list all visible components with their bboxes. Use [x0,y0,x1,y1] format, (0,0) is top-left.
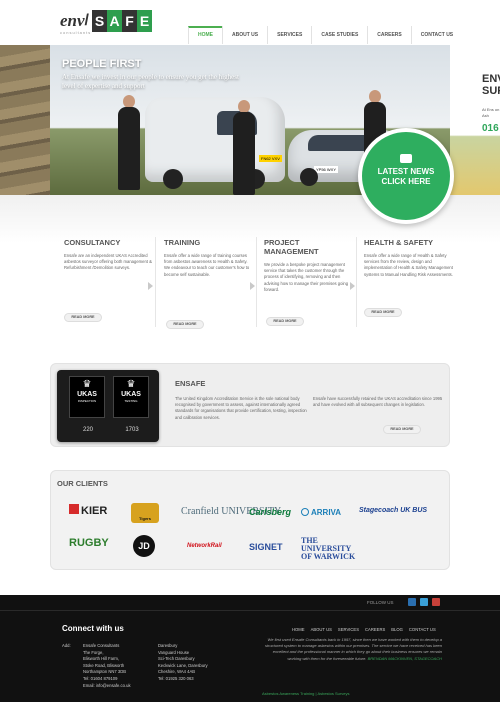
footer-nav-contact-us[interactable]: CONTACT US [409,627,436,632]
read-more-button[interactable]: READ MORE [364,308,402,317]
ensafe-text-1: The United Kingdom Accreditation Service… [175,396,307,420]
nav-contact-us[interactable]: CONTACT US [410,26,462,44]
hero-subtitle: At Ensafe we invest in our people to ens… [62,73,239,90]
ensafe-title: ENSAFE [175,379,206,388]
client-logo-warwick[interactable]: THE UNIVERSITY OF WARWICK [301,537,361,561]
footer-heading: Connect with us [62,624,124,633]
crown-icon: ♛ [82,379,92,390]
click-here-label: CLICK HERE [381,177,431,186]
client-logo-signet[interactable]: SIGNET [249,542,283,552]
site-header: env / S A F E consultants HOME ABOUT US … [0,0,500,45]
service-text: Ensafe are an independent UKAS Accredite… [64,253,152,271]
nav-careers[interactable]: CAREERS [367,26,410,44]
logo-subtitle: consultants [60,30,92,35]
client-logo-jd[interactable]: JD [133,535,155,557]
service-title: CONSULTANCY [64,238,121,247]
next-slide-phone: 016 [482,123,499,134]
read-more-button[interactable]: READ MORE [266,317,304,326]
van-plate: FN62 VXV [259,155,282,162]
badge-number: 220 [82,427,93,433]
read-more-button[interactable]: READ MORE [64,313,102,322]
arrow-right-icon [250,282,255,290]
nav-home[interactable]: HOME [188,26,222,44]
nav-case-studies[interactable]: CASE STUDIES [311,26,367,44]
service-consultancy: CONSULTANCY Ensafe are an independent UK… [64,238,154,272]
read-more-button[interactable]: READ MORE [383,425,421,434]
car-plate: YP56 WXY [314,166,339,173]
footer-links[interactable]: Asbestos Awareness Training | Asbestos S… [262,691,349,696]
googleplus-icon[interactable] [432,598,440,606]
service-project-management: PROJECT MANAGEMENT We provide a bespoke … [264,238,354,293]
clients-section: OUR CLIENTS KIER Tigers Cranfield UNIVER… [50,470,450,570]
main-nav: HOME ABOUT US SERVICES CASE STUDIES CARE… [188,26,462,44]
client-logo-rugby[interactable]: RUGBY [69,537,109,549]
nav-about-us[interactable]: ABOUT US [222,26,267,44]
footer-nav-services[interactable]: SERVICES [338,627,359,632]
service-title: PROJECT MANAGEMENT [264,238,319,256]
page: env / S A F E consultants HOME ABOUT US … [0,0,500,702]
footer-nav-home[interactable]: HOME [292,627,305,632]
ensafe-accreditation: ♛ UKAS INSPECTION 220 ♛ UKAS TESTING 170… [50,363,450,447]
email-link[interactable]: Email: info@ensafe.co.uk [83,683,131,690]
client-logo-tigers[interactable]: Tigers [131,503,159,523]
testimonial: We first used Ensafe Consultants back in… [262,637,442,662]
logo[interactable]: env / S A F E consultants [60,6,152,36]
service-title: HEALTH & SAFETY [364,238,434,247]
client-logo-networkrail[interactable]: NetworkRail [187,543,222,549]
address-daresbury: Daresbury Vanguard House Sci-Tech Daresb… [158,643,208,681]
client-logo-kier[interactable]: KIER [69,504,107,517]
address-label: Add: [62,643,71,648]
ensafe-text-2: Ensafe have successfully retained the UK… [313,396,443,408]
clients-title: OUR CLIENTS [57,479,108,488]
previous-slide-image[interactable] [0,45,50,195]
person-figure [233,100,255,195]
ukas-inspection-badge: ♛ UKAS INSPECTION 220 [69,376,105,433]
footer-nav-about-us[interactable]: ABOUT US [311,627,332,632]
arrow-right-icon [350,282,355,290]
footer-nav-careers[interactable]: CAREERS [365,627,385,632]
client-logo-carlsberg[interactable]: Carlsberg [249,507,291,517]
logo-letter: A [107,10,122,32]
ukas-badges: ♛ UKAS INSPECTION 220 ♛ UKAS TESTING 170… [57,370,159,442]
arrow-right-icon [148,282,153,290]
person-figure [118,95,140,190]
nav-services[interactable]: SERVICES [267,26,311,44]
client-logo-arriva[interactable]: ARRIVA [301,508,341,517]
address-blisworth: Ensafe Consultants The Forge, Blisworth … [83,643,131,690]
speech-bubble-icon [400,154,412,163]
logo-safe: S A F E [92,10,152,32]
client-logo-stagecoach[interactable]: Stagecoach UK BUS [359,507,427,514]
service-title: TRAINING [164,238,201,247]
logo-letter: S [92,10,107,32]
linkedin-icon[interactable] [408,598,416,606]
footer-nav-blog[interactable]: BLOG [391,627,403,632]
next-slide-title: ENV SUP [482,73,500,97]
testimonial-author: BRENDAN MACKINVEN, STAGECOACH [367,655,442,661]
crown-icon: ♛ [126,379,136,390]
site-footer: FOLLOW US Connect with us HOME ABOUT US … [0,595,500,702]
follow-us-label: FOLLOW US [367,600,394,605]
logo-env: env [60,11,85,30]
service-text: Ensafe offer a wide range of Health & Sa… [364,253,453,277]
next-slide-text: At Ens on Ash [482,107,500,118]
latest-news-button[interactable]: LATEST NEWS CLICK HERE [358,128,454,224]
service-text: We provide a bespoke project management … [264,262,349,292]
ukas-testing-badge: ♛ UKAS TESTING 1703 [113,376,149,433]
logo-letter: E [137,10,152,32]
footer-nav: HOME ABOUT US SERVICES CAREERS BLOG CONT… [292,627,442,632]
next-slide-preview[interactable]: ENV SUP At Ens on Ash 016 [450,45,500,195]
van-image: FN62 VXV [145,97,285,189]
read-more-button[interactable]: READ MORE [166,320,204,329]
twitter-icon[interactable] [420,598,428,606]
latest-news-label: LATEST NEWS [377,167,435,176]
hero-title: PEOPLE FIRST [62,58,142,70]
service-text: Ensafe offer a wide range of training co… [164,253,250,277]
service-training: TRAINING Ensafe offer a wide range of tr… [164,238,254,278]
service-health-safety: HEALTH & SAFETY Ensafe offer a wide rang… [364,238,454,278]
logo-letter: F [122,10,137,32]
badge-number: 1703 [125,427,139,433]
